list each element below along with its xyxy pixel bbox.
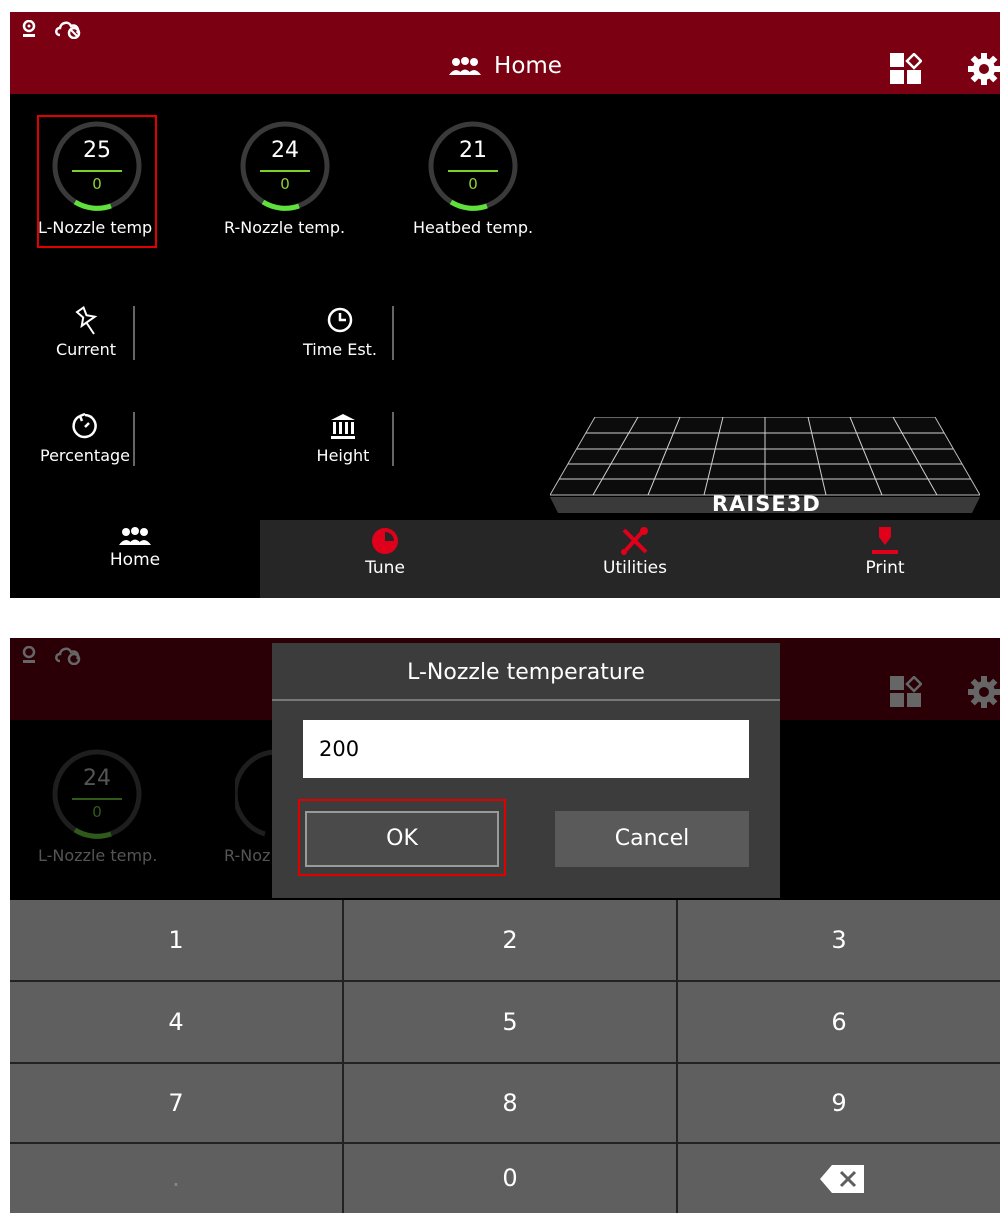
key-9[interactable]: 9 (678, 1064, 1000, 1142)
gauge-target-value: 0 (468, 175, 478, 193)
print-nozzle-icon (872, 527, 898, 554)
key-2[interactable]: 2 (344, 900, 676, 980)
gauge-divider (260, 170, 310, 172)
key-4[interactable]: 4 (10, 982, 342, 1062)
home-screen: Home 25 0 L-Nozzle temp 24 0 R-Nozzle te… (10, 12, 1000, 598)
timer-icon (72, 412, 97, 439)
backspace-icon (820, 1165, 864, 1193)
nav-home[interactable]: Home (10, 526, 260, 570)
gauge-label-r-nozzle-partial: R-Noz (224, 846, 271, 865)
page-title: Home (10, 53, 1000, 79)
gauge-ring (428, 121, 518, 211)
nav-utilities[interactable]: Utilities (510, 526, 760, 578)
gauge-divider (448, 170, 498, 172)
stat-current-label: Current (55, 340, 117, 359)
key-5[interactable]: 5 (344, 982, 676, 1062)
key-6[interactable]: 6 (678, 982, 1000, 1062)
key-0[interactable]: 0 (344, 1144, 676, 1213)
webcam-icon (22, 20, 36, 37)
divider (133, 306, 135, 360)
pie-chart-icon (372, 528, 398, 554)
gauge-l-nozzle-dimmed: 24 0 (37, 748, 157, 888)
stat-percentage-label: Percentage (39, 446, 130, 465)
page-title-text: Home (494, 53, 562, 79)
gauge-ring (240, 121, 330, 211)
clock-icon (327, 307, 353, 333)
numeric-keypad: 1 2 3 4 5 6 7 8 9 . 0 (10, 900, 1000, 1213)
settings-gear-icon[interactable] (968, 53, 1000, 85)
nav-tune-label: Tune (365, 558, 405, 578)
gauge-divider (72, 798, 122, 800)
brand-logo: RAISE3D (712, 492, 821, 516)
divider (392, 412, 394, 466)
temperature-input[interactable] (303, 720, 749, 778)
cloud-offline-icon (55, 647, 81, 665)
stat-time-est-label: Time Est. (302, 340, 378, 359)
header-bar: Home (10, 12, 1000, 94)
key-backspace[interactable] (678, 1144, 1000, 1213)
gauge-target-value: 0 (280, 175, 290, 193)
nav-print-label: Print (865, 558, 905, 578)
dashboard-layout-icon (890, 676, 922, 707)
key-1[interactable]: 1 (10, 900, 342, 980)
stat-time-est: Time Est. (300, 306, 380, 359)
stat-percentage: Percentage (36, 412, 134, 465)
gauge-current-value: 24 (83, 766, 111, 791)
gauge-ring (52, 749, 142, 839)
selection-highlight (298, 799, 506, 876)
stat-height-label: Height (316, 446, 370, 465)
dashboard-layout-icon[interactable] (890, 53, 922, 85)
gauge-label-r-nozzle: R-Nozzle temp. (224, 218, 346, 237)
gauge-label-l-nozzle: L-Nozzle temp. (38, 846, 158, 865)
divider (133, 412, 135, 466)
nav-home-label: Home (109, 550, 161, 570)
dialog-title: L-Nozzle temperature (407, 660, 645, 685)
cloud-offline-icon (55, 21, 81, 39)
stat-height: Height (308, 412, 378, 465)
gauge-label-heatbed: Heatbed temp. (413, 218, 534, 237)
pushpin-icon (75, 306, 98, 335)
divider (392, 306, 394, 360)
nav-tune[interactable]: Tune (260, 526, 510, 578)
tools-icon (621, 527, 648, 555)
key-3[interactable]: 3 (678, 900, 1000, 980)
building-columns-icon (331, 414, 355, 439)
gauge-ring-partial (235, 749, 274, 837)
temperature-dialog-screen: 24 0 L-Nozzle temp. R-Noz L-Nozzle tempe… (10, 638, 1000, 1213)
webcam-icon (22, 646, 36, 663)
key-decimal[interactable]: . (10, 1144, 342, 1213)
dialog-divider (272, 699, 780, 701)
nav-utilities-label: Utilities (603, 558, 667, 578)
gauge-current-value: 21 (459, 138, 487, 163)
settings-gear-icon (968, 676, 1000, 708)
key-7[interactable]: 7 (10, 1064, 342, 1142)
selection-highlight (37, 115, 157, 248)
cancel-button[interactable]: Cancel (555, 811, 749, 867)
gauge-current-value: 24 (271, 138, 299, 163)
stat-current: Current (50, 306, 122, 359)
key-8[interactable]: 8 (344, 1064, 676, 1142)
gauge-heatbed[interactable]: 21 0 (413, 120, 533, 260)
nav-print[interactable]: Print (760, 526, 1000, 578)
gauge-r-nozzle[interactable]: 24 0 (225, 120, 345, 260)
gauge-target-value: 0 (92, 803, 102, 821)
users-icon (119, 527, 151, 545)
users-icon (449, 56, 482, 75)
